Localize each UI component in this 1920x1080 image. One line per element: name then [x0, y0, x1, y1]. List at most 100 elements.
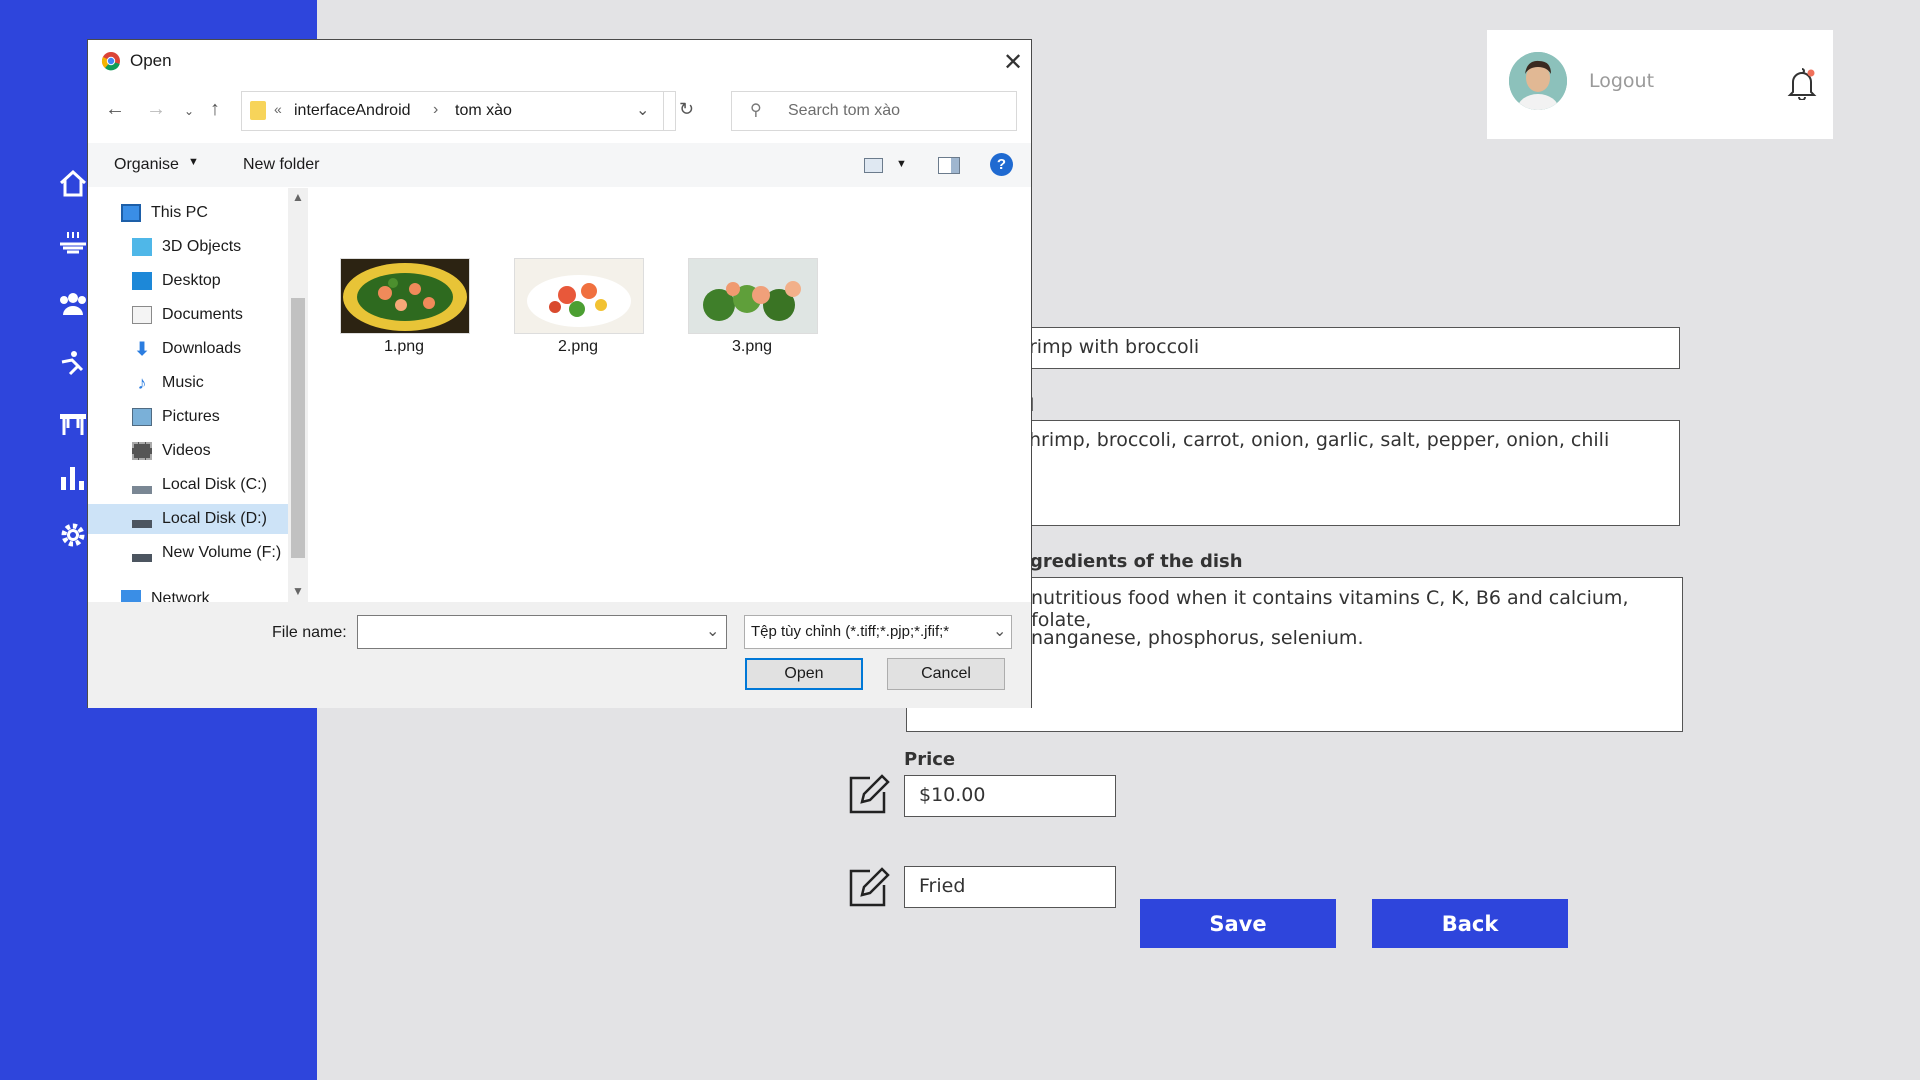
save-button[interactable]: Save	[1140, 899, 1336, 948]
ingredients-field[interactable]: hrimp, broccoli, carrot, onion, garlic, …	[1000, 420, 1680, 526]
open-button[interactable]: Open	[745, 658, 863, 690]
up-arrow-icon[interactable]: ↑	[210, 98, 220, 121]
tree-item-desktop[interactable]: Desktop	[132, 266, 221, 296]
tree-item-documents[interactable]: Documents	[132, 300, 243, 330]
chevron-down-icon[interactable]: ⌄	[993, 621, 1007, 641]
drive-icon	[132, 544, 152, 562]
navigation-pane: This PC 3D Objects Desktop Documents ⬇ Do…	[88, 188, 308, 602]
network-icon	[121, 590, 141, 602]
tree-item-this-pc[interactable]: This PC	[121, 198, 208, 228]
chevron-down-icon[interactable]: ⌄	[706, 621, 719, 641]
drive-icon	[132, 510, 152, 528]
divider	[663, 92, 664, 130]
breadcrumb-item[interactable]: tom xào	[455, 102, 512, 120]
recent-locations-icon[interactable]: ⌄	[184, 104, 194, 118]
desktop-icon	[132, 272, 152, 290]
download-icon: ⬇	[134, 339, 150, 359]
dish-icon[interactable]	[58, 228, 88, 258]
tree-item-videos[interactable]: Videos	[132, 436, 211, 466]
nutrition-line-1: nutritious food when it contains vitamin…	[1031, 587, 1629, 631]
cooking-method-value: Fried	[919, 875, 966, 897]
chart-icon[interactable]	[58, 463, 88, 493]
avatar[interactable]	[1509, 52, 1567, 110]
price-field[interactable]: $10.00	[904, 775, 1116, 817]
document-icon	[132, 306, 152, 324]
breadcrumb-separator: ›	[433, 101, 439, 118]
tree-item-3d-objects[interactable]: 3D Objects	[132, 232, 241, 262]
dish-name-field[interactable]: rimp with broccoli	[1000, 327, 1680, 369]
preview-pane-icon[interactable]	[938, 157, 960, 174]
cube-icon	[132, 238, 152, 256]
tree-item-new-volume-f[interactable]: New Volume (F:)	[132, 538, 281, 568]
open-file-dialog: Open ✕ ← → ⌄ ↑ « interfaceAndroid › tom …	[87, 39, 1032, 708]
edit-icon[interactable]	[846, 772, 890, 816]
dish-image-3	[689, 259, 817, 333]
user-header-card: Logout	[1487, 30, 1833, 139]
edit-icon[interactable]	[846, 865, 890, 909]
tree-item-local-disk-d[interactable]: Local Disk (D:)	[88, 504, 288, 534]
address-bar[interactable]: « interfaceAndroid › tom xào ⌄ ↻	[241, 91, 694, 131]
search-icon: ⚲	[750, 102, 762, 119]
dialog-footer: File name: ⌄ Tệp tùy chỉnh (*.tiff;*.pjp…	[88, 602, 1031, 708]
file-name[interactable]: 3.png	[677, 338, 827, 356]
pictures-icon	[132, 408, 152, 426]
file-type-value: Tệp tùy chỉnh (*.tiff;*.pjp;*.jfif;*	[751, 623, 950, 640]
close-icon[interactable]: ✕	[1003, 48, 1023, 77]
dialog-toolbar: Organise ▼ New folder ▼ ?	[88, 143, 1031, 187]
file-thumbnail[interactable]	[514, 258, 644, 334]
bell-icon[interactable]	[1787, 66, 1817, 100]
price-value: $10.00	[919, 784, 986, 806]
back-arrow-icon[interactable]: ←	[105, 98, 125, 121]
new-folder-button[interactable]: New folder	[243, 156, 319, 174]
file-thumbnail[interactable]	[340, 258, 470, 334]
tree-item-network[interactable]: Network	[121, 584, 210, 602]
logout-link[interactable]: Logout	[1589, 70, 1654, 92]
settings-icon[interactable]	[58, 520, 88, 550]
search-box[interactable]: ⚲ Search tom xào	[731, 91, 1017, 131]
nav-scrollbar[interactable]: ▲ ▼	[288, 188, 308, 602]
scroll-down-icon[interactable]: ▼	[292, 584, 304, 598]
tree-item-local-disk-c[interactable]: Local Disk (C:)	[132, 470, 267, 500]
home-icon[interactable]	[58, 168, 88, 198]
breadcrumb-item[interactable]: interfaceAndroid	[294, 102, 411, 120]
price-label: Price	[904, 749, 956, 770]
file-name-input[interactable]: ⌄	[357, 615, 727, 649]
users-icon[interactable]	[58, 288, 88, 318]
chevron-down-icon[interactable]: ⌄	[636, 100, 649, 120]
tree-item-downloads[interactable]: ⬇ Downloads	[132, 334, 241, 364]
nutrition-line-2: nanganese, phosphorus, selenium.	[1031, 627, 1364, 649]
cooking-method-field[interactable]: Fried	[904, 866, 1116, 908]
cancel-button[interactable]: Cancel	[887, 658, 1005, 690]
nutrition-label: gredients of the dish	[1030, 551, 1243, 572]
video-icon	[132, 442, 152, 460]
scroll-thumb[interactable]	[291, 298, 305, 558]
file-type-select[interactable]: Tệp tùy chỉnh (*.tiff;*.pjp;*.jfif;* ⌄	[744, 615, 1012, 649]
scroll-up-icon[interactable]: ▲	[292, 190, 304, 204]
refresh-icon[interactable]: ↻	[679, 99, 694, 120]
view-icon[interactable]	[864, 158, 883, 173]
file-name-label: File name:	[272, 624, 347, 641]
file-thumbnail[interactable]	[688, 258, 818, 334]
dish-image-2	[515, 259, 643, 333]
table-icon[interactable]	[58, 408, 88, 438]
caret-down-icon[interactable]: ▼	[188, 156, 199, 168]
tree-item-music[interactable]: ♪ Music	[132, 368, 204, 398]
breadcrumb-overflow[interactable]: «	[274, 101, 282, 117]
forward-arrow-icon[interactable]: →	[146, 98, 166, 121]
file-name[interactable]: 2.png	[503, 338, 653, 356]
ingredients-value: hrimp, broccoli, carrot, onion, garlic, …	[1029, 429, 1610, 451]
organise-menu[interactable]: Organise	[114, 156, 179, 174]
drive-icon	[132, 476, 152, 494]
caret-down-icon[interactable]: ▼	[896, 158, 907, 170]
file-name[interactable]: 1.png	[329, 338, 479, 356]
pc-icon	[121, 204, 141, 222]
back-button[interactable]: Back	[1372, 899, 1568, 948]
help-icon[interactable]: ?	[990, 153, 1013, 176]
delivery-icon[interactable]	[58, 348, 88, 378]
music-icon: ♪	[137, 373, 147, 393]
folder-icon	[250, 101, 266, 120]
chrome-icon	[101, 52, 120, 71]
dialog-title: Open	[130, 51, 172, 70]
search-placeholder: Search tom xào	[788, 102, 901, 119]
tree-item-pictures[interactable]: Pictures	[132, 402, 220, 432]
